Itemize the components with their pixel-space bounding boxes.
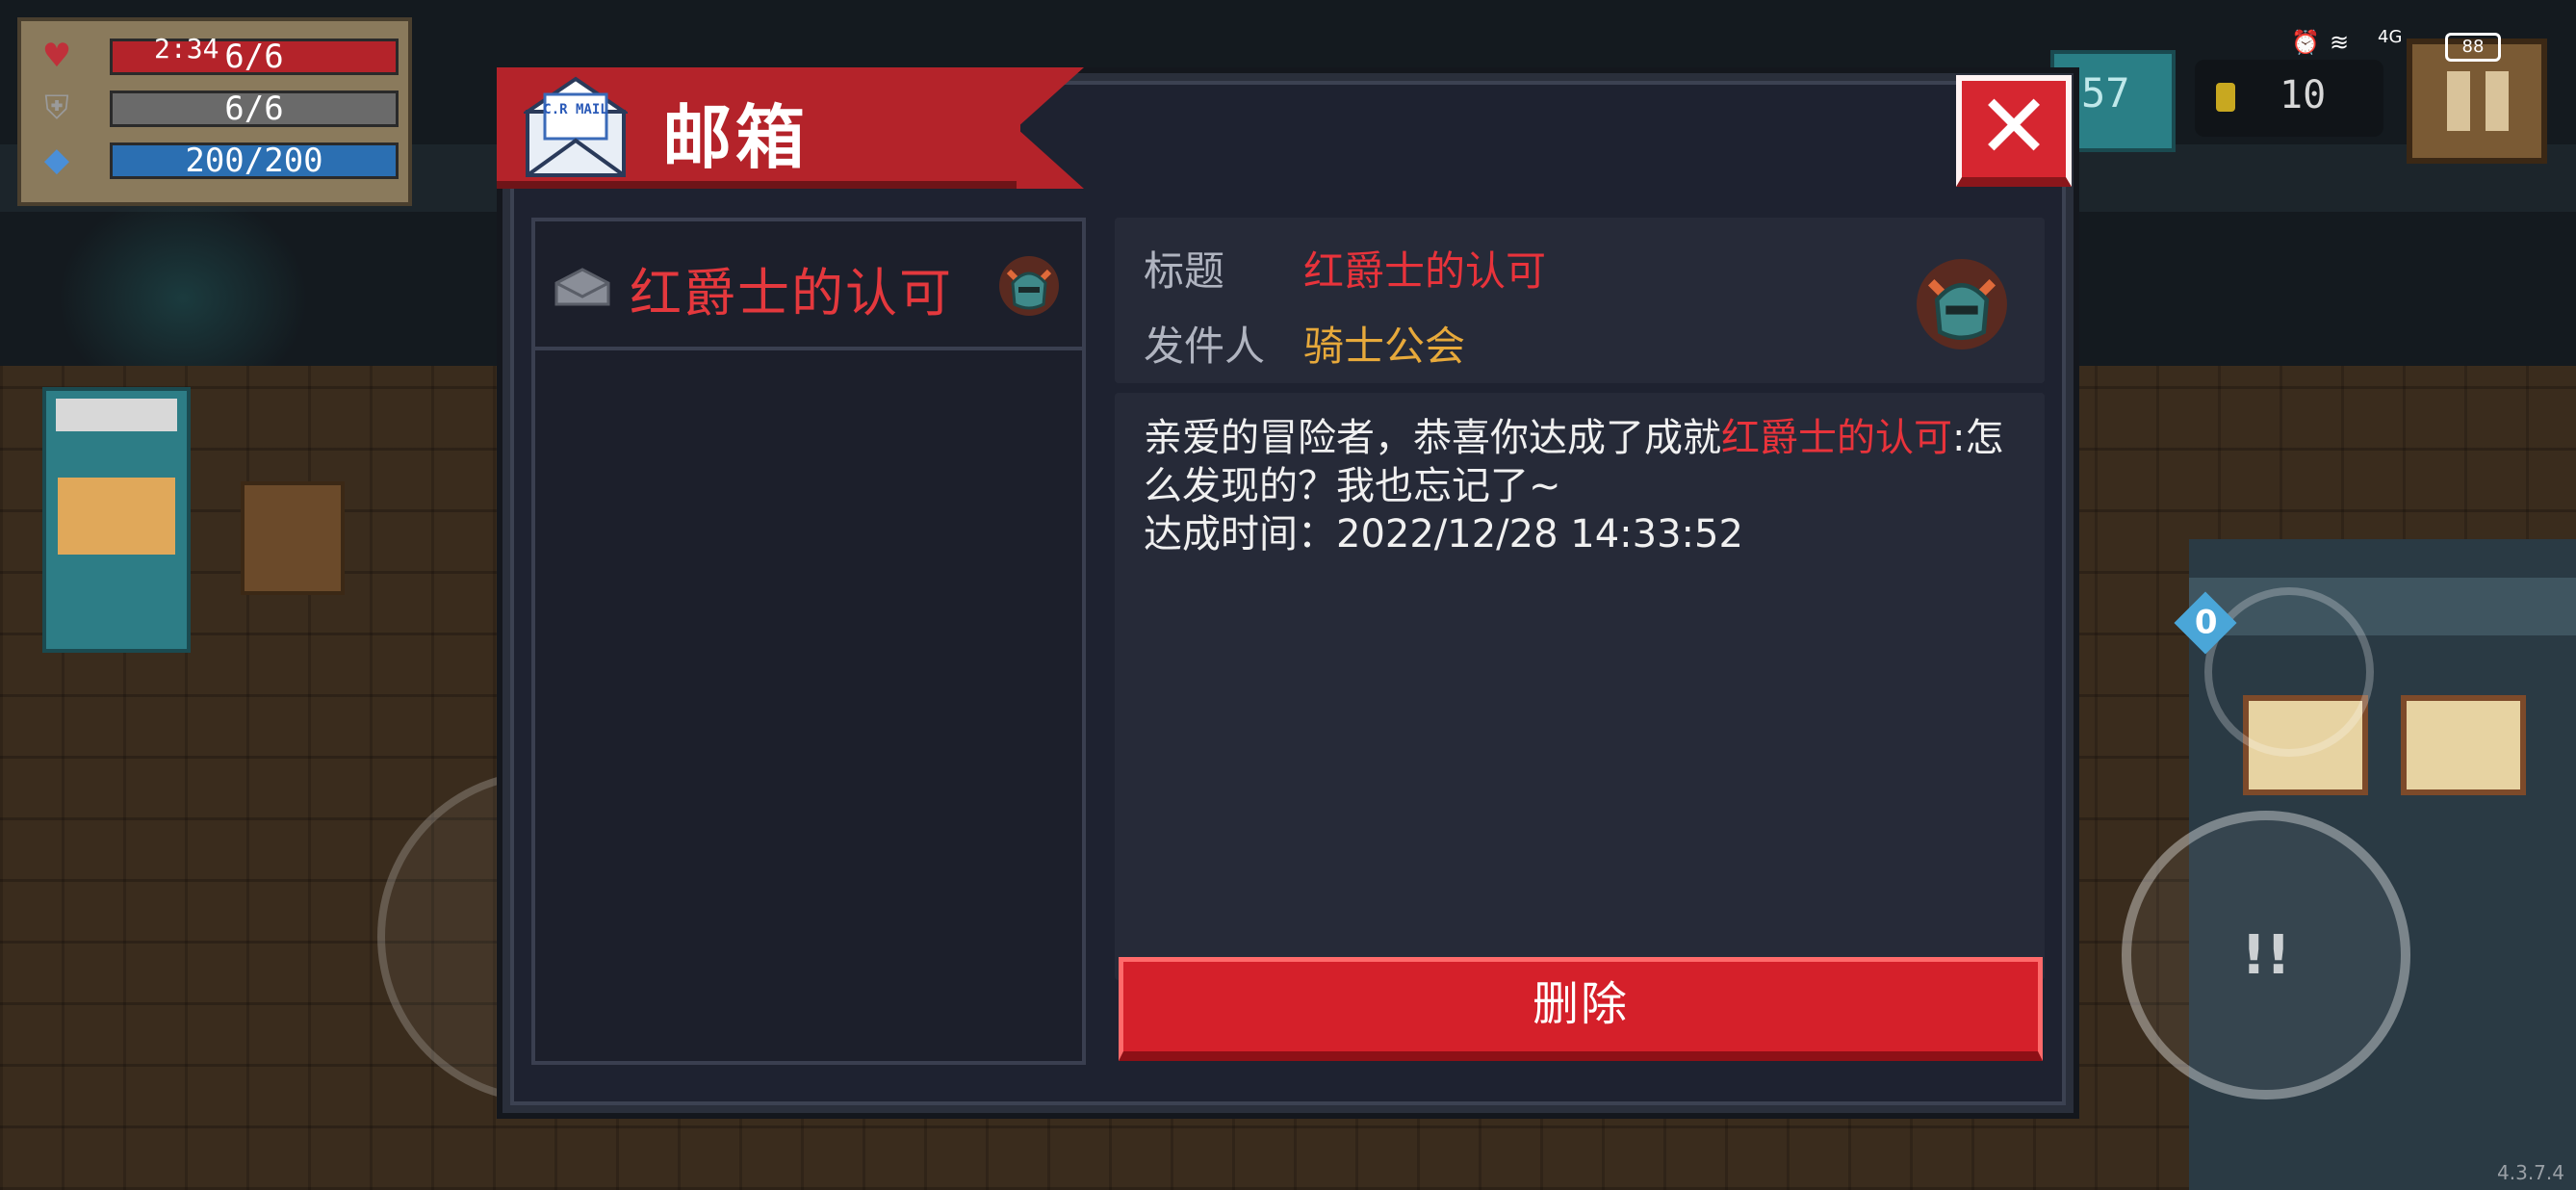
title-label: 标题 (1144, 247, 1225, 295)
mail-body-panel: 亲爱的冒险者，恭喜你达成了成就红爵士的认可:怎么发现的？我也忘记了~ 达成时间：… (1115, 393, 2045, 980)
body-prefix: 亲爱的冒险者，恭喜你达成了成就 (1144, 416, 1721, 460)
mailbox-dialog: C.R MAIL 邮箱 ✕ 红爵士的认可 标题 红爵士的认可 发件人 骑士公会 (497, 67, 2079, 1119)
health-bar: 6/6 (110, 39, 399, 75)
status-clock: 2:34 (154, 33, 219, 65)
wooden-crate (241, 481, 345, 595)
sender-value: 骑士公会 (1303, 323, 1466, 370)
vending-machine-window (58, 478, 175, 555)
body-achievement: 红爵士的认可 (1721, 416, 1952, 460)
body-time: 达成时间：2022/12/28 14:33:52 (1144, 512, 1743, 556)
coin-count: 10 (2280, 73, 2327, 117)
mail-list: 红爵士的认可 (531, 218, 1086, 1065)
health-row: ♥ 6/6 (37, 35, 402, 79)
coin-icon (2216, 83, 2235, 112)
armor-bar: 6/6 (110, 91, 399, 127)
signal-icon: 4G (2378, 27, 2403, 47)
vending-machine-top (56, 399, 177, 431)
title-ribbon-tail (1017, 67, 1084, 189)
diamond-icon: ◆ (43, 141, 70, 179)
mail-title-value: 红爵士的认可 (1303, 247, 1547, 295)
mail-list-item[interactable]: 红爵士的认可 (535, 221, 1082, 350)
sender-helmet-icon (1917, 259, 2007, 349)
dialog-title: 邮箱 (662, 97, 810, 178)
opened-mail-icon (554, 268, 610, 306)
sender-label: 发件人 (1144, 323, 1266, 370)
energy-row: ◆ 200/200 (37, 139, 402, 183)
battery-icon: 88 (2445, 33, 2501, 62)
heart-icon: ♥ (41, 37, 72, 75)
wifi-icon: ≋ (2330, 29, 2350, 56)
weapon-swap-button[interactable] (2204, 587, 2374, 757)
mail-envelope-icon: C.R MAIL (524, 76, 628, 177)
picture-frame (2401, 695, 2526, 795)
shield-icon: ⛨ (44, 89, 69, 127)
close-button[interactable]: ✕ (1956, 75, 2072, 187)
helmet-icon (999, 256, 1059, 316)
mail-item-title: 红爵士的认可 (630, 263, 953, 323)
version-label: 4.3.7.4 (2497, 1161, 2564, 1184)
mail-body-text: 亲爱的冒险者，恭喜你达成了成就红爵士的认可:怎么发现的？我也忘记了~ 达成时间：… (1144, 414, 2029, 558)
vending-machine[interactable] (42, 387, 191, 653)
armor-row: ⛨ 6/6 (37, 87, 402, 131)
gem-count: 57 (2081, 69, 2130, 116)
skill-icon: !! (2241, 924, 2291, 987)
energy-bar: 200/200 (110, 142, 399, 179)
mail-icon-text: C.R MAIL (543, 102, 607, 117)
delete-button[interactable]: 删除 (1119, 957, 2043, 1061)
coin-counter: 10 (2195, 60, 2383, 137)
alarm-icon: ⏰ (2291, 29, 2320, 56)
dialog-title-banner: C.R MAIL 邮箱 (497, 67, 1088, 194)
skill-button[interactable]: !! (2122, 811, 2410, 1099)
mail-info-panel: 标题 红爵士的认可 发件人 骑士公会 (1115, 218, 2045, 383)
